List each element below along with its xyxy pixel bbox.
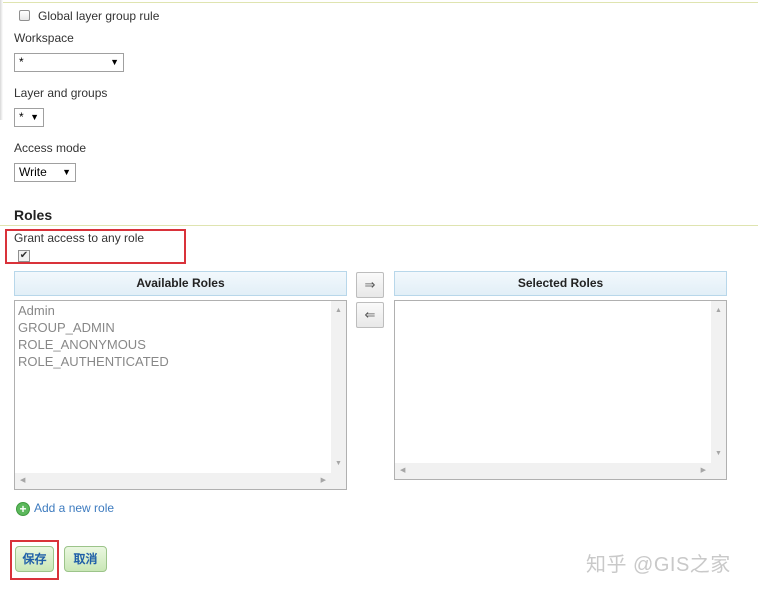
add-icon[interactable]: + bbox=[16, 502, 30, 516]
layer-groups-select[interactable]: * ▼ bbox=[14, 108, 44, 127]
add-new-role-link[interactable]: Add a new role bbox=[34, 501, 114, 515]
layer-groups-label: Layer and groups bbox=[14, 86, 108, 100]
available-role-item[interactable]: ROLE_AUTHENTICATED bbox=[15, 353, 169, 370]
chevron-down-icon: ▼ bbox=[30, 112, 39, 122]
available-roles-horizontal-scrollbar[interactable]: ◀ ▶ bbox=[15, 473, 346, 489]
watermark: 知乎 @GIS之家 bbox=[586, 554, 731, 576]
global-layer-group-rule-checkbox[interactable] bbox=[19, 10, 30, 21]
access-mode-select[interactable]: Write ▼ bbox=[14, 163, 76, 182]
selected-roles-vertical-scrollbar[interactable]: ▲ ▼ bbox=[711, 301, 726, 463]
access-mode-label: Access mode bbox=[14, 141, 87, 155]
top-divider bbox=[0, 2, 758, 3]
selected-roles-horizontal-scrollbar[interactable]: ◀ ▶ bbox=[395, 463, 726, 479]
save-button[interactable]: 保存 bbox=[15, 546, 54, 572]
selected-roles-list[interactable]: ▲ ▼ ◀ ▶ bbox=[394, 300, 727, 480]
scroll-left-arrow-icon[interactable]: ◀ bbox=[20, 476, 25, 484]
grant-any-role-checkbox[interactable]: ✔ bbox=[18, 250, 30, 262]
available-role-item[interactable]: ROLE_ANONYMOUS bbox=[15, 336, 169, 353]
grant-any-role-label: Grant access to any role bbox=[14, 231, 145, 245]
move-left-button[interactable]: ⇐ bbox=[356, 302, 384, 328]
scroll-down-arrow-icon[interactable]: ▼ bbox=[331, 460, 346, 467]
chevron-down-icon: ▼ bbox=[110, 57, 119, 67]
scroll-down-arrow-icon[interactable]: ▼ bbox=[711, 450, 726, 457]
scroll-right-arrow-icon[interactable]: ▶ bbox=[701, 466, 706, 474]
access-mode-select-value: Write bbox=[19, 165, 47, 179]
workspace-select[interactable]: * ▼ bbox=[14, 53, 124, 72]
scroll-up-arrow-icon[interactable]: ▲ bbox=[711, 307, 726, 314]
scroll-right-arrow-icon[interactable]: ▶ bbox=[321, 476, 326, 484]
scroll-up-arrow-icon[interactable]: ▲ bbox=[331, 307, 346, 314]
available-role-item[interactable]: GROUP_ADMIN bbox=[15, 319, 169, 336]
move-right-button[interactable]: ⇒ bbox=[356, 272, 384, 298]
arrow-left-icon: ⇐ bbox=[364, 307, 376, 322]
arrow-right-icon: ⇒ bbox=[364, 277, 376, 292]
global-layer-group-rule-label: Global layer group rule bbox=[38, 9, 160, 23]
layer-groups-select-value: * bbox=[19, 110, 24, 124]
roles-heading: Roles bbox=[14, 207, 53, 223]
chevron-down-icon: ▼ bbox=[62, 167, 71, 177]
workspace-select-value: * bbox=[19, 55, 24, 69]
checkmark-icon: ✔ bbox=[19, 250, 29, 261]
available-roles-vertical-scrollbar[interactable]: ▲ ▼ bbox=[331, 301, 346, 473]
available-roles-header: Available Roles bbox=[14, 271, 347, 296]
scroll-left-arrow-icon[interactable]: ◀ bbox=[400, 466, 405, 474]
roles-divider bbox=[0, 225, 758, 226]
available-role-item[interactable]: Admin bbox=[15, 302, 169, 319]
selected-roles-header: Selected Roles bbox=[394, 271, 727, 296]
available-roles-list[interactable]: Admin GROUP_ADMIN ROLE_ANONYMOUS ROLE_AUTHE… bbox=[14, 300, 347, 490]
cancel-button[interactable]: 取消 bbox=[64, 546, 107, 572]
workspace-label: Workspace bbox=[14, 31, 74, 45]
left-edge-shadow bbox=[0, 0, 3, 120]
